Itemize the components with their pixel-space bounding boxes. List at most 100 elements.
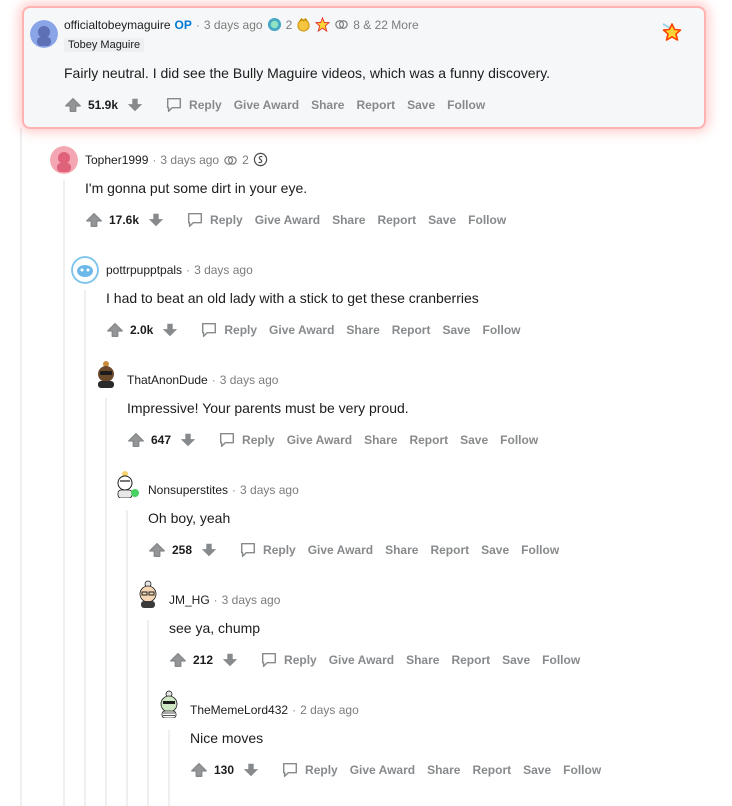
give-award-button[interactable]: Give Award — [329, 653, 394, 667]
username-link[interactable]: ThatAnonDude — [127, 373, 208, 387]
timestamp[interactable]: 3 days ago — [220, 373, 279, 387]
score: 647 — [151, 433, 172, 447]
reply-button[interactable]: Reply — [199, 321, 257, 339]
give-award-button[interactable]: Give Award — [287, 433, 352, 447]
share-button[interactable]: Share — [385, 543, 418, 557]
report-button[interactable]: Report — [409, 433, 448, 447]
award-star-icon[interactable] — [660, 20, 684, 44]
upvote-icon[interactable] — [85, 211, 103, 229]
reply-button[interactable]: Reply — [164, 96, 222, 114]
downvote-icon[interactable] — [242, 761, 260, 779]
give-award-button[interactable]: Give Award — [308, 543, 373, 557]
share-button[interactable]: Share — [332, 213, 365, 227]
save-button[interactable]: Save — [523, 763, 551, 777]
comment-actions: 51.9k Reply Give Award Share Report Save… — [64, 96, 485, 114]
report-button[interactable]: Report — [472, 763, 511, 777]
thread-line[interactable] — [147, 620, 149, 806]
downvote-icon[interactable] — [221, 651, 239, 669]
comment-actions: 647 Reply Give Award Share Report Save F… — [127, 431, 538, 449]
save-button[interactable]: Save — [428, 213, 456, 227]
username-link[interactable]: TheMemeLord432 — [190, 703, 288, 717]
upvote-icon[interactable] — [64, 96, 82, 114]
comment-body: I'm gonna put some dirt in your eye. — [85, 180, 308, 196]
follow-button[interactable]: Follow — [468, 213, 506, 227]
follow-button[interactable]: Follow — [563, 763, 601, 777]
reply-button[interactable]: Reply — [280, 761, 338, 779]
avatar[interactable] — [50, 146, 78, 174]
thread-line[interactable] — [168, 730, 170, 806]
thread-line[interactable] — [84, 290, 86, 806]
upvote-icon[interactable] — [106, 321, 124, 339]
comment-meta: ThatAnonDude · 3 days ago — [127, 373, 278, 387]
comment-actions: 2.0k Reply Give Award Share Report Save … — [106, 321, 520, 339]
upvote-icon[interactable] — [127, 431, 145, 449]
thread-line[interactable] — [105, 398, 107, 806]
upvote-icon[interactable] — [148, 541, 166, 559]
follow-button[interactable]: Follow — [482, 323, 520, 337]
hugz-award-icon[interactable] — [334, 17, 349, 32]
reply-button[interactable]: Reply — [185, 211, 243, 229]
username-link[interactable]: pottrpupptpals — [106, 263, 182, 277]
more-awards-link[interactable]: 8 & 22 More — [353, 18, 418, 32]
hugz-award-icon[interactable] — [223, 152, 238, 167]
give-award-button[interactable]: Give Award — [350, 763, 415, 777]
save-button[interactable]: Save — [481, 543, 509, 557]
follow-button[interactable]: Follow — [542, 653, 580, 667]
save-button[interactable]: Save — [442, 323, 470, 337]
report-button[interactable]: Report — [392, 323, 431, 337]
username-link[interactable]: Nonsuperstites — [148, 483, 228, 497]
report-button[interactable]: Report — [377, 213, 416, 227]
chat-bubble-icon — [164, 96, 184, 114]
save-button[interactable]: Save — [407, 98, 435, 112]
share-button[interactable]: Share — [346, 323, 379, 337]
save-button[interactable]: Save — [502, 653, 530, 667]
gold-award-icon[interactable] — [296, 17, 311, 32]
reply-button[interactable]: Reply — [259, 651, 317, 669]
share-button[interactable]: Share — [427, 763, 460, 777]
timestamp[interactable]: 2 days ago — [300, 703, 359, 717]
thread-line[interactable] — [126, 510, 128, 806]
downvote-icon[interactable] — [147, 211, 165, 229]
thread-line[interactable] — [63, 180, 65, 806]
report-button[interactable]: Report — [430, 543, 469, 557]
thread-line[interactable] — [20, 128, 22, 806]
reply-button[interactable]: Reply — [238, 541, 296, 559]
upvote-icon[interactable] — [169, 651, 187, 669]
avatar[interactable] — [113, 470, 141, 498]
give-award-button[interactable]: Give Award — [255, 213, 320, 227]
timestamp[interactable]: 3 days ago — [204, 18, 263, 32]
follow-button[interactable]: Follow — [447, 98, 485, 112]
username-link[interactable]: officialtobeymaguire — [64, 18, 171, 32]
reply-button[interactable]: Reply — [217, 431, 275, 449]
downvote-icon[interactable] — [126, 96, 144, 114]
silver-award-icon[interactable] — [253, 152, 268, 167]
avatar[interactable] — [134, 580, 162, 608]
follow-button[interactable]: Follow — [521, 543, 559, 557]
timestamp[interactable]: 3 days ago — [160, 153, 219, 167]
avatar[interactable] — [155, 690, 183, 718]
timestamp[interactable]: 3 days ago — [222, 593, 281, 607]
username-link[interactable]: Topher1999 — [85, 153, 148, 167]
username-link[interactable]: JM_HG — [169, 593, 210, 607]
give-award-button[interactable]: Give Award — [269, 323, 334, 337]
share-button[interactable]: Share — [406, 653, 439, 667]
downvote-icon[interactable] — [179, 431, 197, 449]
avatar[interactable] — [30, 20, 58, 48]
downvote-icon[interactable] — [200, 541, 218, 559]
star-award-icon[interactable] — [315, 17, 331, 32]
op-badge: OP — [174, 17, 192, 32]
follow-button[interactable]: Follow — [500, 433, 538, 447]
timestamp[interactable]: 3 days ago — [194, 263, 253, 277]
avatar[interactable] — [92, 360, 120, 388]
upvote-icon[interactable] — [190, 761, 208, 779]
share-button[interactable]: Share — [364, 433, 397, 447]
avatar[interactable] — [71, 256, 99, 284]
helpful-award-icon[interactable] — [267, 17, 282, 32]
report-button[interactable]: Report — [356, 98, 395, 112]
timestamp[interactable]: 3 days ago — [240, 483, 299, 497]
save-button[interactable]: Save — [460, 433, 488, 447]
give-award-button[interactable]: Give Award — [234, 98, 299, 112]
share-button[interactable]: Share — [311, 98, 344, 112]
report-button[interactable]: Report — [451, 653, 490, 667]
downvote-icon[interactable] — [161, 321, 179, 339]
